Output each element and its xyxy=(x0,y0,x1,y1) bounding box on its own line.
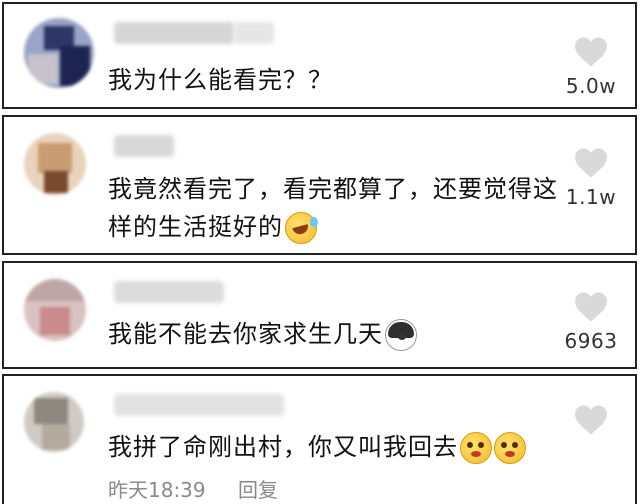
crying-face-emoji-icon xyxy=(460,432,492,464)
username-blurred-tail xyxy=(234,22,274,44)
comment-text-body: 我能不能去你家求生几天 xyxy=(108,320,383,348)
comment-meta: 昨天18:39 回复 xyxy=(108,474,304,503)
like-button[interactable]: 6963 xyxy=(559,291,623,353)
username-blurred[interactable] xyxy=(114,281,224,303)
like-count: 6963 xyxy=(564,329,618,353)
avatar[interactable] xyxy=(24,133,86,195)
comment-item: 我能不能去你家求生几天 6963 xyxy=(2,261,637,369)
username-blurred[interactable] xyxy=(114,394,284,416)
comment-text: 我竟然看完了，看完都算了，还要觉得这样的生活挺好的 xyxy=(108,170,568,246)
avatar[interactable] xyxy=(24,18,94,88)
crying-face-emoji-icon xyxy=(494,432,526,464)
dog-emoji-icon xyxy=(385,319,417,351)
like-button[interactable] xyxy=(559,404,623,436)
like-button[interactable]: 5.0w xyxy=(559,36,623,98)
heart-icon xyxy=(575,405,607,435)
comment-text: 我拼了命刚出村，你又叫我回去 xyxy=(108,428,526,466)
laughing-crying-emoji-icon xyxy=(285,212,318,244)
heart-icon xyxy=(575,148,607,178)
comment-text: 我为什么能看完？？ xyxy=(108,66,333,94)
comment-text-body: 我拼了命刚出村，你又叫我回去 xyxy=(108,433,458,461)
comment-item: 我竟然看完了，看完都算了，还要觉得这样的生活挺好的 1.1w xyxy=(2,115,637,255)
comment-timestamp: 昨天18:39 xyxy=(108,478,206,502)
comment-text: 我能不能去你家求生几天 xyxy=(108,315,417,353)
username-blurred[interactable] xyxy=(114,135,174,157)
comment-item: 我拼了命刚出村，你又叫我回去 昨天18:39 回复 xyxy=(2,374,637,504)
username-blurred[interactable] xyxy=(114,22,234,44)
heart-icon xyxy=(575,292,607,322)
heart-icon xyxy=(575,37,607,67)
reply-button[interactable]: 回复 xyxy=(238,478,278,502)
like-count: 1.1w xyxy=(565,185,617,209)
avatar[interactable] xyxy=(24,392,84,452)
comment-list: 我为什么能看完？？ 5.0w 我竟然看完了，看完都算了，还要觉得这样的生活挺好的… xyxy=(0,0,640,504)
like-count: 5.0w xyxy=(565,74,617,98)
comment-item: 我为什么能看完？？ 5.0w xyxy=(2,2,637,109)
like-button[interactable]: 1.1w xyxy=(559,147,623,209)
avatar[interactable] xyxy=(24,279,86,341)
comment-text-body: 我竟然看完了，看完都算了，还要觉得这样的生活挺好的 xyxy=(108,175,558,241)
